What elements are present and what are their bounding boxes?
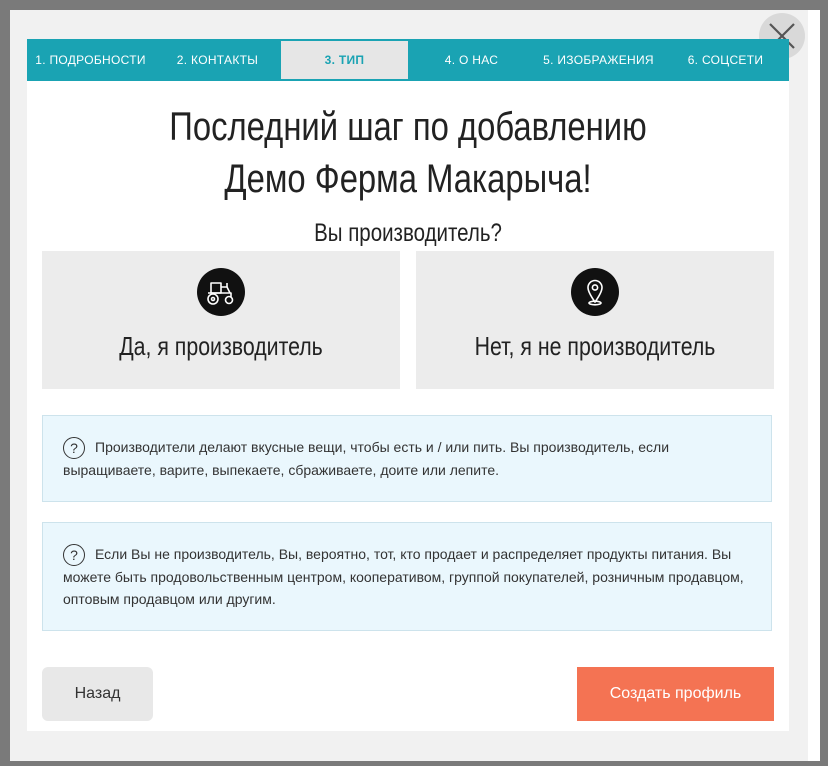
step-details[interactable]: 1. ПОДРОБНОСТИ xyxy=(27,39,154,81)
setup-modal: 1. ПОДРОБНОСТИ 2. КОНТАКТЫ 3. ТИП 4. О Н… xyxy=(10,10,820,761)
create-profile-button[interactable]: Создать профиль xyxy=(577,667,774,721)
question-heading: Вы производитель? xyxy=(314,219,502,247)
step-images[interactable]: 5. ИЗОБРАЖЕНИЯ xyxy=(535,39,662,81)
scrollbar[interactable] xyxy=(808,10,820,761)
step-contacts[interactable]: 2. КОНТАКТЫ xyxy=(154,39,281,81)
non-producer-info-box: ? Если Вы не производитель, Вы, вероятно… xyxy=(42,522,772,631)
page-title: Последний шаг по добавлению Демо Ферма М… xyxy=(169,105,647,201)
non-producer-info-text: Если Вы не производитель, Вы, вероятно, … xyxy=(63,546,744,607)
producer-no-option[interactable]: Нет, я не производитель xyxy=(416,251,774,389)
step-content: Последний шаг по добавлению Демо Ферма М… xyxy=(27,81,789,731)
producer-yes-label: Да, я производитель xyxy=(119,331,323,361)
producer-yes-option[interactable]: Да, я производитель xyxy=(42,251,400,389)
producer-info-box: ? Производители делают вкусные вещи, что… xyxy=(42,415,772,502)
step-social[interactable]: 6. СОЦСЕТИ xyxy=(662,39,789,81)
back-button[interactable]: Назад xyxy=(42,667,153,721)
tractor-icon xyxy=(197,268,245,316)
producer-no-label: Нет, я не производитель xyxy=(474,331,716,361)
map-pin-icon xyxy=(571,268,619,316)
step-about[interactable]: 4. О НАС xyxy=(408,39,535,81)
producer-info-text: Производители делают вкусные вещи, чтобы… xyxy=(63,439,670,478)
step-type[interactable]: 3. ТИП xyxy=(281,41,408,79)
wizard-steps: 1. ПОДРОБНОСТИ 2. КОНТАКТЫ 3. ТИП 4. О Н… xyxy=(27,39,789,81)
